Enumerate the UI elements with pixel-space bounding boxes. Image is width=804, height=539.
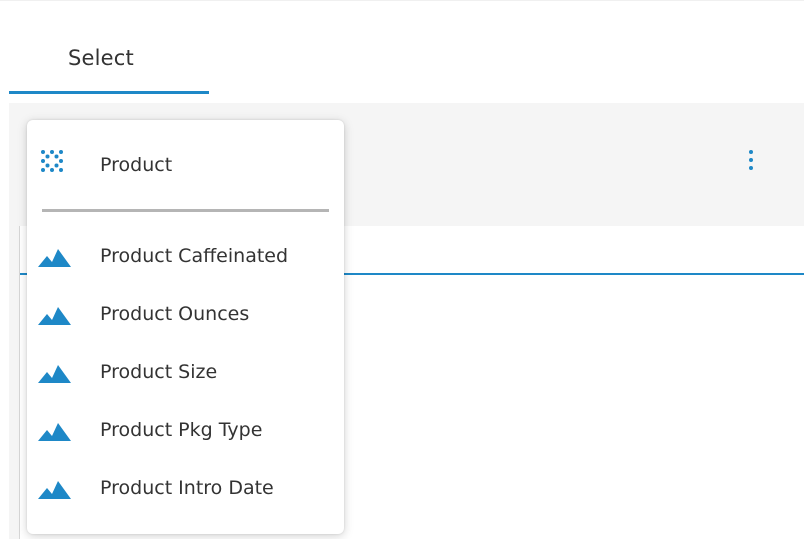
dropdown-item-product-caffeinated[interactable]: Product Caffeinated <box>27 234 344 282</box>
dropdown-header-label: Product <box>100 154 173 176</box>
dropdown-item-product-intro-date[interactable]: Product Intro Date <box>27 466 344 514</box>
tab-select[interactable]: Select <box>9 22 209 94</box>
attribute-mountain-icon <box>38 304 72 330</box>
dropdown-item-label: Product Caffeinated <box>100 245 289 267</box>
top-bar <box>0 0 804 6</box>
dropdown-item-product-ounces[interactable]: Product Ounces <box>27 292 344 340</box>
dimension-dropdown: Product Product Caffeinated Product Ounc… <box>27 120 344 534</box>
attribute-mountain-icon <box>38 478 72 504</box>
dropdown-header-product[interactable]: Product <box>27 142 344 186</box>
attribute-mountain-icon <box>38 420 72 446</box>
dropdown-item-label: Product Pkg Type <box>100 419 263 441</box>
dropdown-item-product-pkg-type[interactable]: Product Pkg Type <box>27 408 344 456</box>
dropdown-divider <box>42 209 329 212</box>
page: Select Product Product Caffeinated Produ… <box>0 0 804 539</box>
tab-select-label: Select <box>68 46 134 70</box>
dropdown-item-label: Product Intro Date <box>100 477 274 499</box>
dropdown-item-label: Product Size <box>100 361 218 383</box>
more-options-icon[interactable] <box>744 150 758 180</box>
dropdown-item-product-size[interactable]: Product Size <box>27 350 344 398</box>
dropdown-item-label: Product Ounces <box>100 303 250 325</box>
attribute-mountain-icon <box>38 362 72 388</box>
dimension-grid-icon <box>40 149 64 177</box>
attribute-mountain-icon <box>38 246 72 272</box>
